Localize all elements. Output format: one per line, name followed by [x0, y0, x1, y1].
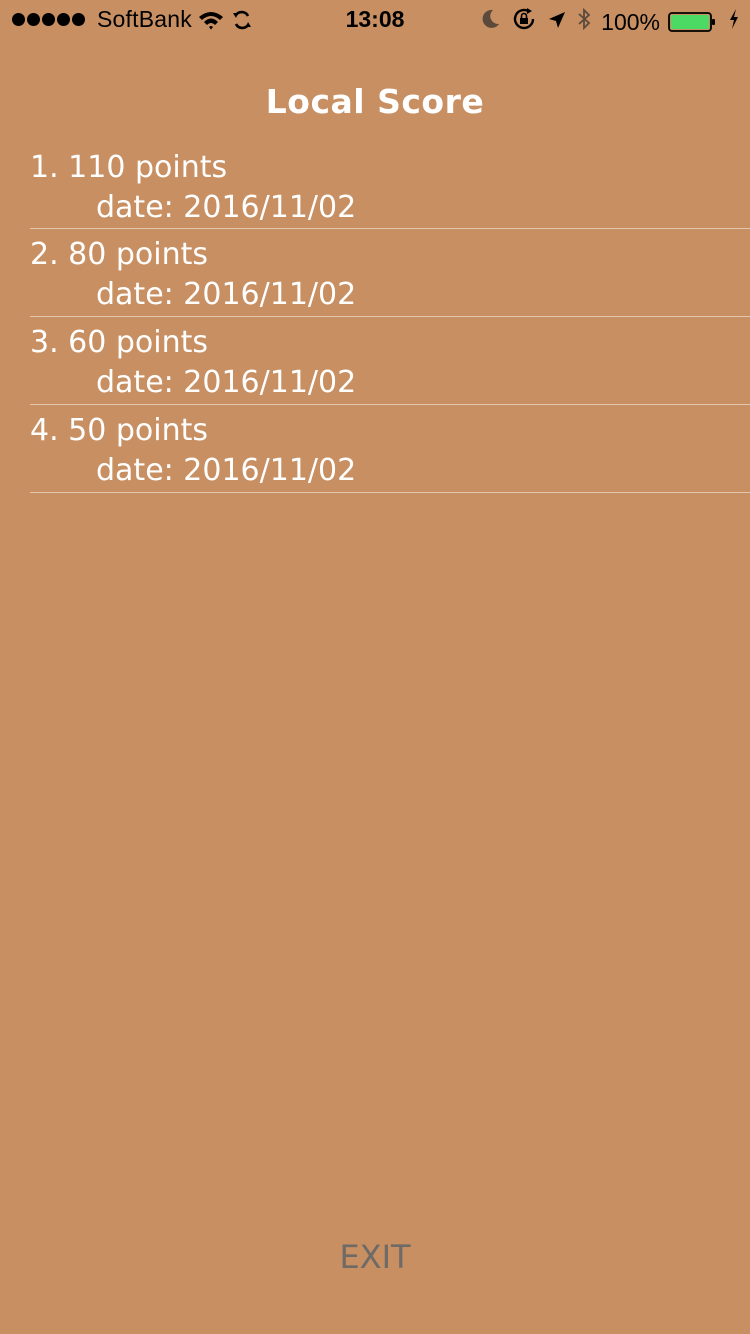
score-rank-points: 4. 50 points	[30, 413, 209, 448]
score-date: date: 2016/11/02	[96, 453, 357, 488]
score-row[interactable]: 3. 60 points date: 2016/11/02	[30, 317, 750, 405]
bluetooth-icon	[577, 7, 591, 37]
page-title: Local Score	[265, 82, 485, 121]
score-list: 1. 110 points date: 2016/11/02 2. 80 poi…	[30, 142, 750, 493]
status-right: 100%	[481, 6, 740, 38]
battery-icon	[668, 11, 718, 33]
moon-icon	[481, 8, 501, 36]
score-rank-points: 2. 80 points	[30, 237, 209, 272]
score-date: date: 2016/11/02	[96, 277, 357, 312]
battery-percent: 100%	[601, 8, 660, 35]
score-date: date: 2016/11/02	[96, 365, 357, 400]
charging-bolt-icon	[728, 8, 740, 36]
exit-button[interactable]: EXIT	[0, 1238, 750, 1276]
rotation-lock-icon	[511, 6, 537, 38]
score-rank-points: 3. 60 points	[30, 325, 209, 360]
score-row[interactable]: 2. 80 points date: 2016/11/02	[30, 229, 750, 317]
score-row[interactable]: 4. 50 points date: 2016/11/02	[30, 405, 750, 493]
score-row[interactable]: 1. 110 points date: 2016/11/02	[30, 142, 750, 229]
location-arrow-icon	[547, 9, 567, 36]
score-date: date: 2016/11/02	[96, 190, 357, 225]
score-rank-points: 1. 110 points	[30, 150, 228, 185]
status-bar: SoftBank 13:08 100%	[0, 0, 750, 40]
